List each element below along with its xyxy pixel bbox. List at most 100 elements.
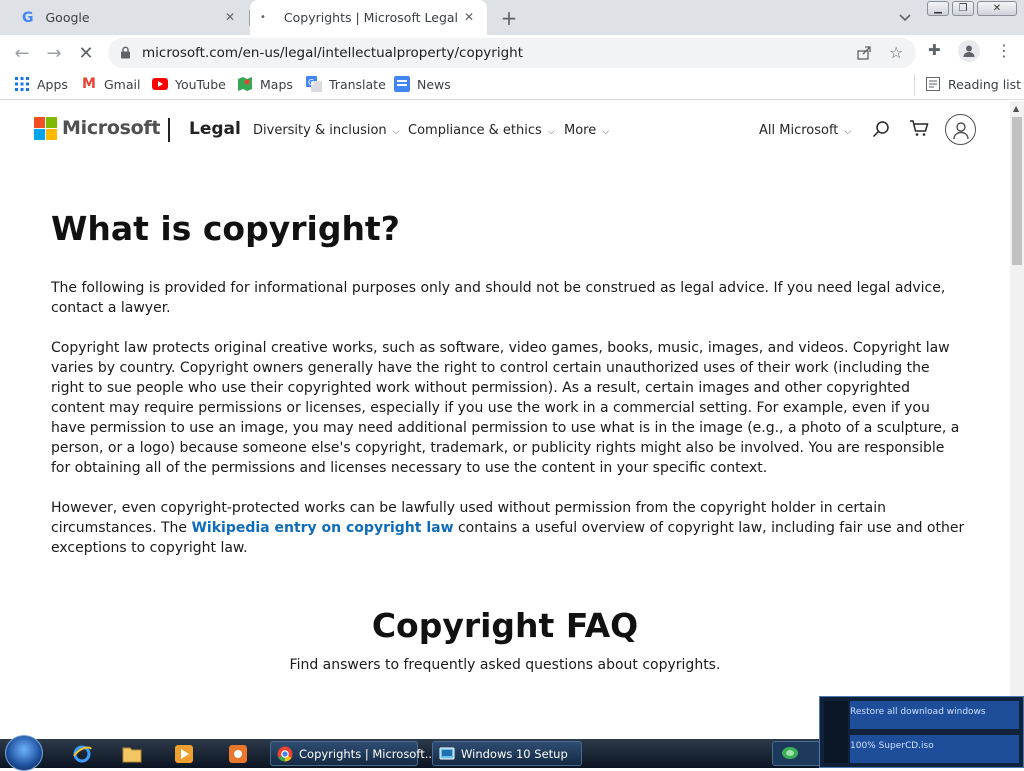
reading-list-button[interactable]: Reading list: [925, 76, 1021, 92]
chevron-down-icon: ⌵: [547, 127, 555, 137]
new-tab-icon[interactable]: +: [497, 6, 521, 30]
network-icon: [781, 745, 799, 761]
tab-title: Google: [45, 10, 90, 25]
bookmark-label: Apps: [37, 76, 68, 92]
system-tray[interactable]: [772, 741, 822, 766]
nav-diversity-inclusion[interactable]: Diversity & inclusion ⌵: [253, 123, 400, 138]
close-window-button[interactable]: ✕: [977, 1, 1017, 16]
taskbar-windows-setup[interactable]: Windows 10 Setup: [432, 741, 582, 766]
nav-label: More: [564, 123, 597, 138]
bookmark-label: Gmail: [104, 76, 141, 92]
bookmark-label: Maps: [260, 76, 293, 92]
nav-more[interactable]: More ⌵: [564, 123, 609, 138]
nav-label: Diversity & inclusion: [253, 123, 387, 138]
stop-loading-icon[interactable]: ✕: [74, 41, 98, 65]
header-divider: [168, 118, 170, 142]
scroll-up-icon[interactable]: ▲: [1013, 104, 1019, 113]
bookmark-apps[interactable]: Apps: [14, 76, 68, 92]
faq-subtitle: Find answers to frequently asked questio…: [289, 657, 721, 673]
fair-use-paragraph: However, even copyright-protected works …: [51, 498, 966, 558]
chevron-down-icon: ⌵: [602, 127, 610, 137]
microsoft-logo-icon[interactable]: [34, 117, 57, 140]
close-tab-icon[interactable]: ✕: [461, 9, 477, 25]
chevron-down-icon[interactable]: [896, 9, 914, 27]
nav-compliance-ethics[interactable]: Compliance & ethics ⌵: [408, 123, 555, 138]
popup-item-label: 100% SuperCD.iso: [850, 741, 934, 751]
taskbar-button-label: Windows 10 Setup: [461, 746, 568, 761]
youtube-icon: [152, 76, 168, 92]
bookmark-label: YouTube: [175, 76, 226, 92]
chevron-down-icon: ⌵: [392, 127, 400, 137]
bookmark-news[interactable]: News: [394, 76, 451, 92]
google-icon: G: [22, 9, 34, 26]
copyright-paragraph: Copyright law protects original creative…: [51, 340, 960, 476]
media-player-icon[interactable]: [172, 742, 196, 766]
tab-strip: G Google ✕ • Copyrights | Microsoft Lega…: [0, 0, 1024, 35]
setup-icon: [439, 746, 455, 762]
bookmark-label: Translate: [329, 76, 386, 92]
bookmark-label: News: [417, 76, 451, 92]
reading-list-icon: [925, 76, 941, 92]
news-icon: [394, 76, 410, 92]
back-icon[interactable]: ←: [10, 41, 34, 65]
site-header: Microsoft Legal Diversity & inclusion ⌵ C…: [0, 101, 1010, 159]
chevron-down-icon: ⌵: [844, 127, 852, 137]
app-icon[interactable]: [226, 742, 250, 766]
wikipedia-link[interactable]: Wikipedia entry on copyright law: [191, 520, 453, 536]
lock-icon[interactable]: [120, 46, 131, 59]
start-button[interactable]: [5, 735, 43, 771]
nav-all-microsoft[interactable]: All Microsoft ⌵: [759, 123, 851, 138]
share-icon[interactable]: [856, 45, 872, 61]
translate-icon: G: [306, 76, 322, 92]
popup-strip: [824, 701, 848, 763]
minimize-button[interactable]: ▁: [927, 1, 949, 16]
chrome-icon: [277, 746, 293, 762]
apps-grid-icon: [14, 76, 30, 92]
bookmark-youtube[interactable]: YouTube: [152, 76, 226, 92]
faq-heading: Copyright FAQ: [371, 606, 639, 645]
restore-downloads-item[interactable]: Restore all download windows: [850, 701, 1019, 729]
forward-icon[interactable]: →: [42, 41, 66, 65]
gmail-icon: M: [82, 76, 96, 92]
web-page: Microsoft Legal Diversity & inclusion ⌵ C…: [0, 101, 1010, 739]
brand-name[interactable]: Microsoft: [62, 117, 160, 139]
account-avatar-icon[interactable]: [945, 114, 976, 145]
nav-label: Compliance & ethics: [408, 123, 542, 138]
bookmark-gmail[interactable]: M Gmail: [81, 76, 140, 92]
scrollbar-thumb[interactable]: [1012, 117, 1022, 265]
download-item[interactable]: 100% SuperCD.iso: [850, 735, 1019, 763]
bookmarks-bar: Apps M Gmail YouTube Maps G Translate Ne…: [0, 70, 1024, 100]
tab-copyrights[interactable]: • Copyrights | Microsoft Legal ✕: [250, 0, 487, 35]
page-title: What is copyright?: [51, 209, 400, 248]
bookmark-translate[interactable]: G Translate: [306, 76, 386, 92]
taskbar-button-label: Copyrights | Microsoft...: [299, 746, 436, 761]
reading-list-label: Reading list: [948, 76, 1022, 92]
folder-icon[interactable]: [120, 742, 144, 766]
tab-title: Copyrights | Microsoft Legal: [283, 10, 459, 25]
popup-item-label: Restore all download windows: [850, 707, 986, 717]
browser-toolbar: ← → ✕ microsoft.com/en-us/legal/intellec…: [0, 35, 1024, 70]
profile-icon[interactable]: [958, 40, 980, 62]
extensions-icon[interactable]: ✚: [928, 41, 941, 59]
taskbar-chrome-window[interactable]: Copyrights | Microsoft...: [270, 741, 436, 766]
restore-button[interactable]: ❐: [952, 1, 974, 16]
loading-icon: •: [260, 12, 266, 23]
close-tab-icon[interactable]: ✕: [222, 9, 238, 25]
search-icon[interactable]: [872, 120, 890, 138]
url-text: microsoft.com/en-us/legal/intellectualpr…: [142, 45, 523, 61]
nav-label: All Microsoft: [759, 123, 839, 138]
page-scrollbar[interactable]: ▲: [1010, 101, 1024, 739]
bookmark-maps[interactable]: Maps: [237, 76, 293, 92]
bookmark-star-icon[interactable]: ☆: [889, 43, 903, 62]
disclaimer-paragraph: The following is provided for informatio…: [51, 280, 946, 316]
tab-google[interactable]: G Google ✕: [10, 0, 250, 35]
cart-icon[interactable]: [909, 119, 929, 137]
bookmarks-divider: [914, 74, 915, 96]
address-bar[interactable]: microsoft.com/en-us/legal/intellectualpr…: [108, 38, 916, 68]
download-popup: Restore all download windows 100% SuperC…: [819, 696, 1024, 768]
more-menu-icon[interactable]: ⋮: [996, 41, 1012, 60]
maps-icon: [237, 76, 253, 92]
svg-text:G: G: [308, 78, 314, 87]
section-title[interactable]: Legal: [189, 119, 241, 139]
internet-explorer-icon[interactable]: [70, 742, 94, 766]
